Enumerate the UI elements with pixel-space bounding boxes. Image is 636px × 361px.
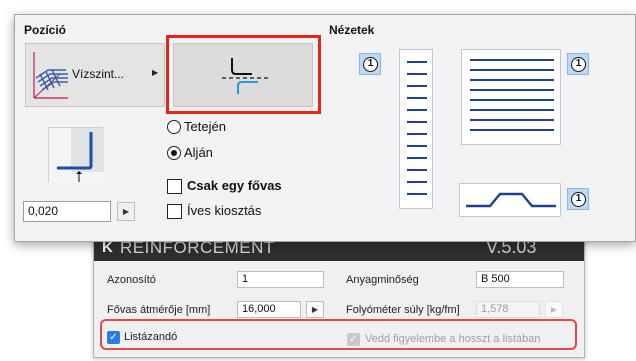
bent-bar-icon xyxy=(466,192,556,208)
diameter-arrow-button[interactable]: ▶ xyxy=(306,301,324,318)
weight-input[interactable]: 1,578 xyxy=(476,301,540,318)
position-popup: Pozíció Nézetek Vízszint... ▶ 0,020 ▶ Te… xyxy=(14,14,636,242)
arc-distribution-label: Íves kiosztás xyxy=(187,203,262,218)
bottom-radio-label: Alján xyxy=(184,145,213,160)
view-1-number: 1 xyxy=(363,57,378,72)
view-2-badge[interactable]: 1 xyxy=(567,53,589,75)
horizontal-label: Vízszint... xyxy=(72,67,125,81)
top-radio[interactable] xyxy=(167,120,181,134)
view-elevation[interactable] xyxy=(459,183,561,217)
view-section-vertical[interactable] xyxy=(399,49,433,209)
views-title: Nézetek xyxy=(329,23,375,37)
view-plan[interactable] xyxy=(461,49,561,145)
id-label: Azonosító xyxy=(107,274,156,286)
rebar-grid-icon xyxy=(33,52,68,99)
view-1-badge[interactable]: 1 xyxy=(359,53,381,75)
position-title: Pozíció xyxy=(24,23,67,37)
id-input[interactable]: 1 xyxy=(237,271,324,288)
offset-input[interactable]: 0,020 xyxy=(23,201,111,222)
single-bar-checkbox[interactable] xyxy=(167,179,182,194)
diameter-label: Fővas átmérője [mm] xyxy=(107,304,211,316)
chevron-right-icon: ▶ xyxy=(152,68,159,77)
offset-arrow-button[interactable]: ▶ xyxy=(117,202,135,221)
shape-highlight-frame xyxy=(166,35,321,114)
top-radio-label: Tetején xyxy=(184,119,226,134)
bottom-radio[interactable] xyxy=(167,146,181,160)
weight-label: Folyóméter súly [kg/fm] xyxy=(346,304,460,316)
view-3-number: 1 xyxy=(571,192,586,207)
diameter-input[interactable]: 16,000 xyxy=(237,301,301,318)
single-bar-label: Csak egy fővas xyxy=(187,178,282,193)
offset-preview xyxy=(48,127,104,183)
material-input[interactable]: B 500 xyxy=(476,271,564,288)
horizontal-direction-button[interactable]: Vízszint... ▶ xyxy=(25,43,165,107)
listing-highlight xyxy=(100,319,577,350)
view-2-number: 1 xyxy=(571,57,586,72)
weight-arrow-button[interactable]: ▶ xyxy=(545,301,563,318)
view-3-badge[interactable]: 1 xyxy=(567,188,589,210)
material-label: Anyagminőség xyxy=(346,274,419,286)
arc-distribution-checkbox[interactable] xyxy=(167,204,182,219)
offset-section-icon xyxy=(49,128,104,183)
vertical-bars-icon xyxy=(407,61,427,195)
plan-bars-icon xyxy=(470,59,554,131)
